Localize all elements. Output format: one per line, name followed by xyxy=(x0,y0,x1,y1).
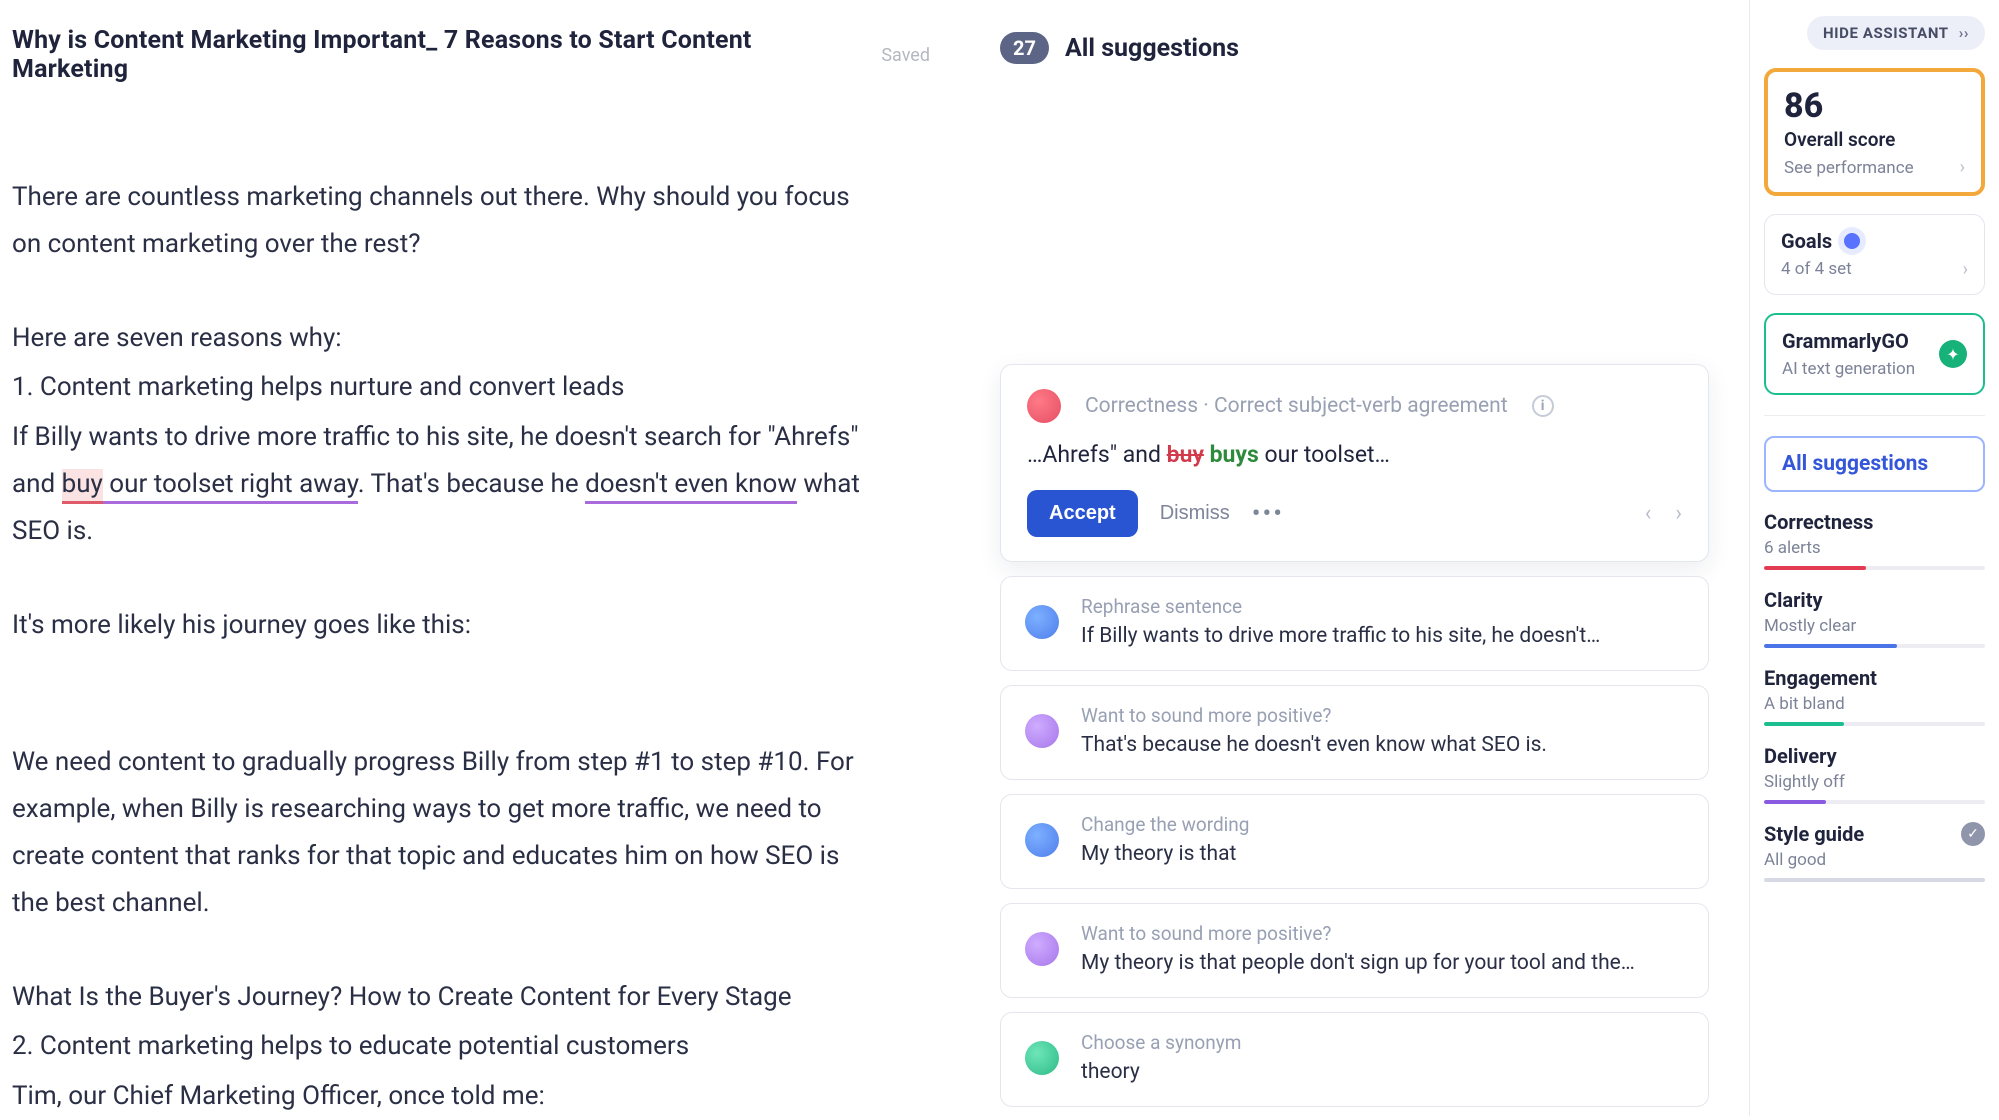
all-suggestions-tab[interactable]: All suggestions xyxy=(1764,436,1985,492)
paragraph[interactable]: There are countless marketing channels o… xyxy=(12,174,882,268)
paragraph[interactable]: We need content to gradually progress Bi… xyxy=(12,739,882,926)
suggestion-category: Want to sound more positive? xyxy=(1081,704,1684,727)
prev-icon[interactable]: ‹ xyxy=(1645,501,1652,526)
engagement-icon xyxy=(1025,1041,1059,1075)
correction-preview: …Ahrefs" and buy buys our toolset… xyxy=(1027,441,1682,468)
paragraph[interactable]: It's more likely his journey goes like t… xyxy=(12,602,882,649)
delivery-icon xyxy=(1025,932,1059,966)
accept-button[interactable]: Accept xyxy=(1027,490,1138,537)
suggestion-category: Want to sound more positive? xyxy=(1081,922,1684,945)
metric-title: Delivery xyxy=(1764,744,1985,768)
metric-bar xyxy=(1764,566,1985,570)
metric-title: Engagement xyxy=(1764,666,1985,690)
dismiss-button[interactable]: Dismiss xyxy=(1160,502,1230,525)
clarity-icon xyxy=(1025,823,1059,857)
suggestion-category: Choose a synonym xyxy=(1081,1031,1684,1054)
chevron-right-icon: › xyxy=(1963,259,1968,280)
metric-bar xyxy=(1764,722,1985,726)
goals-panel[interactable]: Goals 4 of 4 set › xyxy=(1764,214,1985,295)
suggestion-card[interactable]: Want to sound more positive? My theory i… xyxy=(1000,903,1709,998)
suggestion-card[interactable]: Change the wording My theory is that xyxy=(1000,794,1709,889)
suggestion-category: Rephrase sentence xyxy=(1081,595,1684,618)
goals-indicator-icon xyxy=(1844,233,1860,249)
metric-delivery[interactable]: Delivery Slightly off xyxy=(1764,744,1985,804)
metric-title: Style guide xyxy=(1764,822,1864,846)
chevron-right-icon: › xyxy=(1960,157,1965,178)
suggestion-card-expanded[interactable]: Correctness · Correct subject-verb agree… xyxy=(1000,364,1709,562)
hide-assistant-label: HIDE ASSISTANT xyxy=(1823,24,1949,42)
paragraph[interactable]: Here are seven reasons why: xyxy=(12,315,882,362)
ggo-title: GrammarlyGO xyxy=(1782,329,1915,353)
flagged-span[interactable]: our toolset right away xyxy=(103,469,358,504)
paragraph[interactable]: If Billy wants to drive more traffic to … xyxy=(12,414,882,554)
metric-title: Clarity xyxy=(1764,588,1985,612)
suggestions-heading: All suggestions xyxy=(1065,34,1239,63)
goals-title: Goals xyxy=(1781,229,1832,253)
metric-sub: All good xyxy=(1764,850,1985,870)
chevrons-right-icon: ›› xyxy=(1959,24,1969,42)
suggestion-count-badge: 27 xyxy=(1000,32,1049,64)
insert-word: buys xyxy=(1210,441,1259,468)
more-icon[interactable]: ••• xyxy=(1252,499,1284,529)
suggestion-card[interactable]: Want to sound more positive? That's beca… xyxy=(1000,685,1709,780)
text: . That's because he xyxy=(358,469,585,499)
metric-bar xyxy=(1764,644,1985,648)
suggestions-pane: 27 All suggestions Correctness · Correct… xyxy=(970,0,1749,1116)
text: our toolset… xyxy=(1265,441,1390,468)
metric-correctness[interactable]: Correctness 6 alerts xyxy=(1764,510,1985,570)
suggestion-category: Change the wording xyxy=(1081,813,1684,836)
metric-clarity[interactable]: Clarity Mostly clear xyxy=(1764,588,1985,648)
score-label: Overall score xyxy=(1784,128,1965,151)
assistant-rail: HIDE ASSISTANT ›› 86 Overall score See p… xyxy=(1749,0,1999,1116)
clarity-icon xyxy=(1025,605,1059,639)
list-heading[interactable]: 2. Content marketing helps to educate po… xyxy=(12,1023,882,1070)
suggestion-snippet: My theory is that xyxy=(1081,842,1684,866)
metric-sub: 6 alerts xyxy=(1764,538,1985,558)
suggestion-card[interactable]: Rephrase sentence If Billy wants to driv… xyxy=(1000,576,1709,671)
divider xyxy=(1764,415,1985,416)
sparkle-icon: ✦ xyxy=(1939,340,1967,368)
metric-sub: Mostly clear xyxy=(1764,616,1985,636)
correctness-icon xyxy=(1027,389,1061,423)
ggo-sub: AI text generation xyxy=(1782,359,1915,379)
score-value: 86 xyxy=(1784,86,1965,126)
suggestion-card[interactable]: Choose a synonym theory xyxy=(1000,1012,1709,1107)
metric-title: Correctness xyxy=(1764,510,1985,534)
grammarlygo-panel[interactable]: GrammarlyGO AI text generation ✦ xyxy=(1764,313,1985,395)
editor-pane: Why is Content Marketing Important_ 7 Re… xyxy=(0,0,970,1116)
paragraph[interactable]: Tim, our Chief Marketing Officer, once t… xyxy=(12,1073,882,1120)
metric-sub: Slightly off xyxy=(1764,772,1985,792)
next-icon[interactable]: › xyxy=(1675,501,1682,526)
score-panel[interactable]: 86 Overall score See performance › xyxy=(1764,68,1985,196)
suggestion-snippet: That's because he doesn't even know what… xyxy=(1081,733,1684,757)
doc-title[interactable]: Why is Content Marketing Important_ 7 Re… xyxy=(12,26,841,84)
see-performance-link[interactable]: See performance xyxy=(1784,158,1914,178)
metric-bar xyxy=(1764,800,1985,804)
check-icon: ✓ xyxy=(1961,822,1985,846)
delivery-icon xyxy=(1025,714,1059,748)
hide-assistant-button[interactable]: HIDE ASSISTANT ›› xyxy=(1807,16,1985,50)
goals-sub: 4 of 4 set xyxy=(1781,259,1852,280)
text: …Ahrefs" and xyxy=(1027,441,1167,468)
metric-bar xyxy=(1764,878,1985,882)
suggestion-snippet: theory xyxy=(1081,1060,1684,1084)
flagged-span[interactable]: doesn't even know xyxy=(585,469,797,504)
document-body[interactable]: There are countless marketing channels o… xyxy=(12,174,882,1120)
metric-engagement[interactable]: Engagement A bit bland xyxy=(1764,666,1985,726)
metric-sub: A bit bland xyxy=(1764,694,1985,714)
flagged-word[interactable]: buy xyxy=(62,469,103,504)
save-status: Saved xyxy=(881,45,930,66)
info-icon[interactable]: i xyxy=(1532,395,1554,417)
suggestion-snippet: If Billy wants to drive more traffic to … xyxy=(1081,624,1684,648)
metric-styleguide[interactable]: Style guide ✓ All good xyxy=(1764,822,1985,882)
list-heading[interactable]: 1. Content marketing helps nurture and c… xyxy=(12,364,882,411)
strike-word: buy xyxy=(1167,441,1204,468)
suggestion-snippet: My theory is that people don't sign up f… xyxy=(1081,951,1684,975)
paragraph[interactable]: What Is the Buyer's Journey? How to Crea… xyxy=(12,974,882,1021)
suggestion-category: Correctness · Correct subject-verb agree… xyxy=(1085,394,1508,418)
